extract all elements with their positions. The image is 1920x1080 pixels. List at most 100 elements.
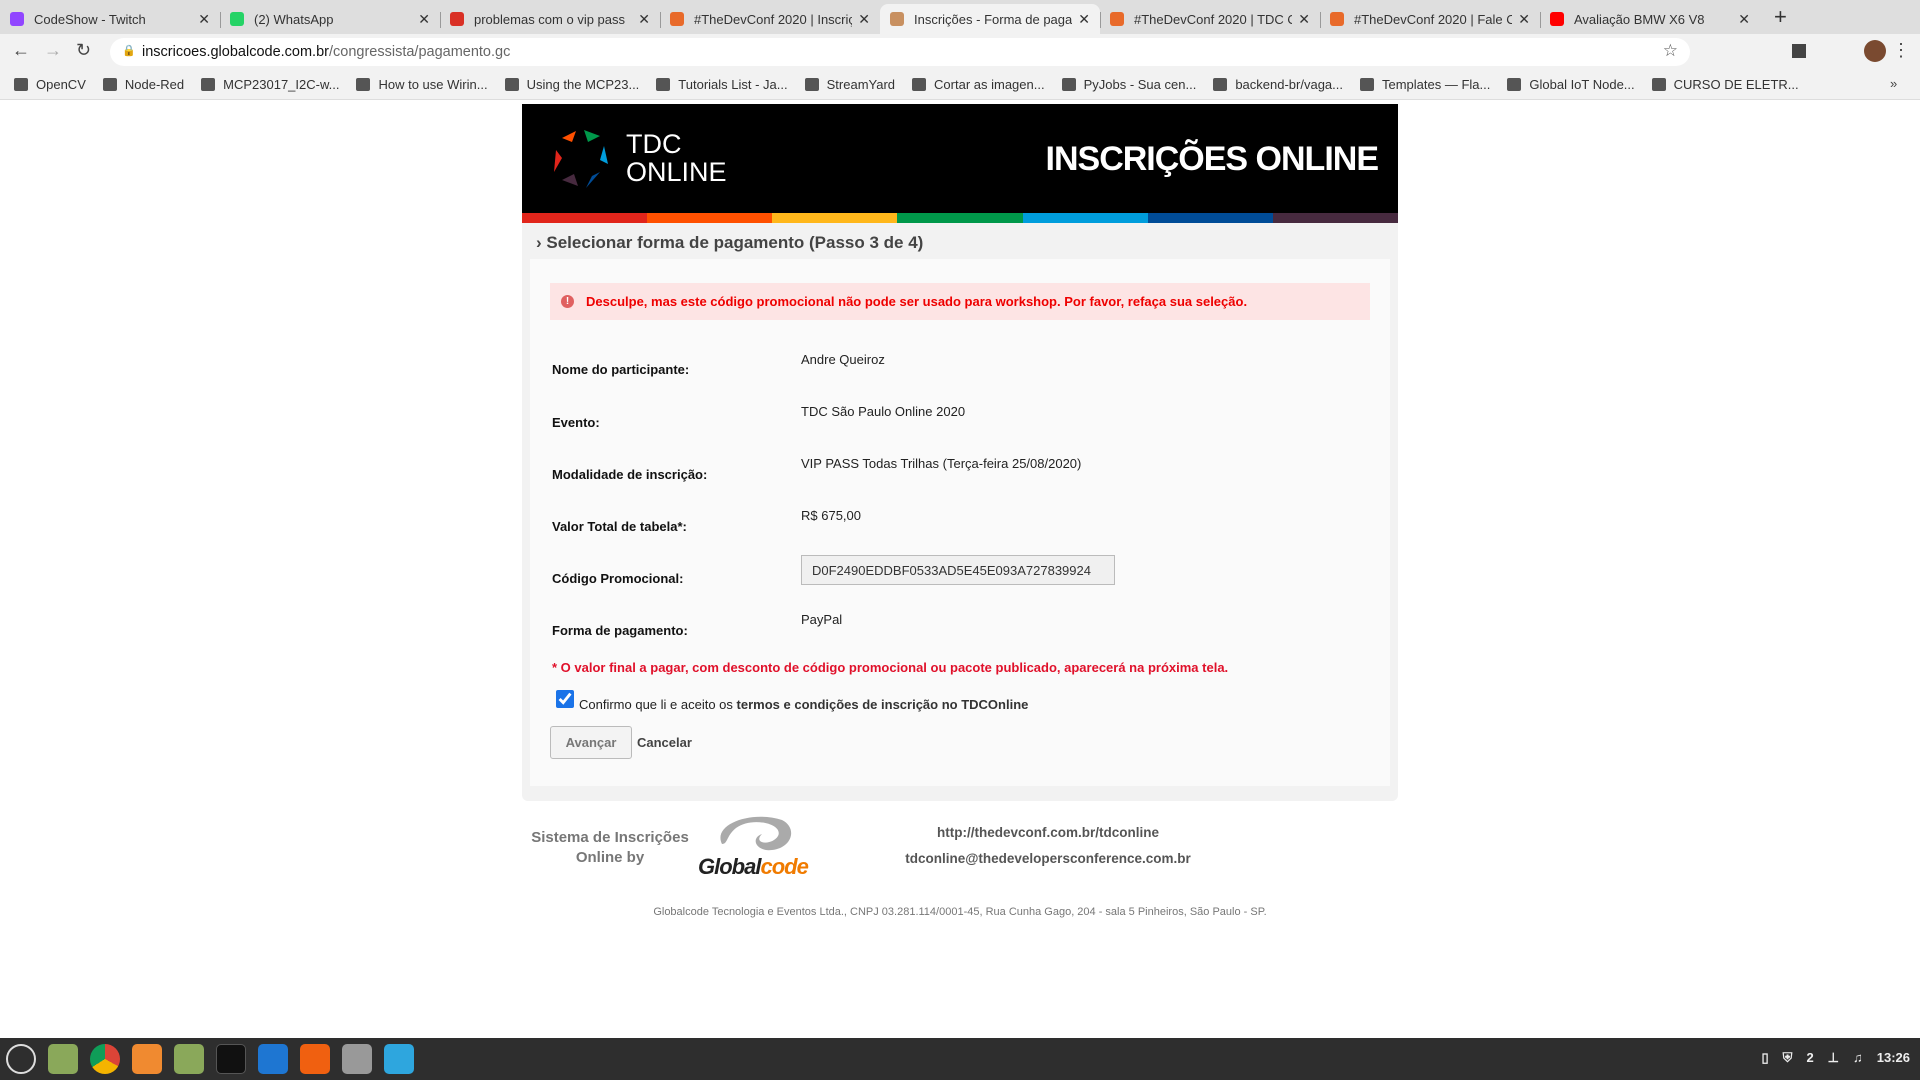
footer-email-link[interactable]: tdconline@thedevelopersconference.com.br: [860, 851, 1236, 866]
globalcode-swirl-icon: [720, 816, 792, 851]
bookmark-item[interactable]: Tutorials List - Ja...: [656, 77, 788, 92]
bookmark-item[interactable]: StreamYard: [804, 77, 895, 92]
close-tab-icon[interactable]: ✕: [418, 11, 430, 28]
close-tab-icon[interactable]: ✕: [198, 11, 210, 28]
browser-tab[interactable]: Avaliação BMW X6 V8 ✕: [1540, 4, 1760, 34]
extensions-icon[interactable]: [1792, 44, 1806, 58]
close-tab-icon[interactable]: ✕: [1078, 11, 1090, 28]
address-bar[interactable]: 🔒 inscricoes.globalcode.com.br/congressi…: [110, 38, 1690, 66]
tab-title: Inscrições - Forma de pagamento: [914, 11, 1073, 27]
bookmark-item[interactable]: backend-br/vaga...: [1213, 77, 1343, 92]
bookmark-item[interactable]: PyJobs - Sua cen...: [1061, 77, 1196, 92]
browser-tab[interactable]: (2) WhatsApp ✕: [220, 4, 440, 34]
clock[interactable]: 13:26: [1877, 1050, 1910, 1066]
logo-text: TDC ONLINE: [626, 129, 727, 187]
forward-icon[interactable]: →: [44, 40, 62, 61]
database-icon[interactable]: [342, 1044, 372, 1074]
close-tab-icon[interactable]: ✕: [1518, 11, 1530, 28]
tab-favicon-icon: [890, 12, 904, 26]
bookmark-icon: [1213, 78, 1228, 91]
bookmark-item[interactable]: Templates — Fla...: [1360, 77, 1490, 92]
step-title: › Selecionar forma de pagamento (Passo 3…: [522, 223, 1398, 259]
lock-icon: 🔒: [122, 45, 136, 57]
telegram-icon[interactable]: [384, 1044, 414, 1074]
star-icon[interactable]: ☆: [1663, 41, 1678, 61]
tab-favicon-icon: [670, 12, 684, 26]
bookmark-item[interactable]: OpenCV: [14, 77, 86, 92]
vscode-icon[interactable]: [258, 1044, 288, 1074]
browser-tab[interactable]: #TheDevConf 2020 | Fale Conosco ✕: [1320, 4, 1540, 34]
avatar[interactable]: [1864, 40, 1886, 62]
globalcode-logo[interactable]: Globalcode: [698, 814, 813, 879]
chrome-icon[interactable]: [90, 1044, 120, 1074]
reload-icon[interactable]: ↻: [76, 40, 91, 61]
bookmark-item[interactable]: How to use Wirin...: [356, 77, 488, 92]
bookmark-icon: [1360, 78, 1374, 91]
bookmark-icon: [804, 78, 819, 91]
field-label: Nome do participante:: [552, 362, 690, 377]
terms-checkbox[interactable]: [556, 690, 574, 708]
cancel-link[interactable]: Cancelar: [637, 735, 692, 750]
browser-tab[interactable]: #TheDevConf 2020 | Inscrições ✕: [660, 4, 880, 34]
browser-tab[interactable]: CodeShow - Twitch ✕: [0, 4, 220, 34]
bookmark-item[interactable]: Cortar as imagen...: [912, 77, 1045, 92]
field-label: Forma de pagamento:: [552, 623, 688, 638]
files-icon[interactable]: [174, 1044, 204, 1074]
field-value: PayPal: [801, 612, 843, 627]
field-label: Valor Total de tabela*:: [552, 519, 687, 534]
advance-button[interactable]: Avançar: [550, 726, 632, 759]
bookmark-item[interactable]: MCP23017_I2C-w...: [201, 77, 339, 92]
stripe-segment: [1147, 213, 1273, 223]
firefox-icon[interactable]: [132, 1044, 162, 1074]
bookmark-item[interactable]: CURSO DE ELETR...: [1651, 77, 1799, 92]
tab-title: (2) WhatsApp: [254, 11, 334, 27]
stripe-segment: [522, 213, 648, 223]
banner-title: INSCRIÇÕES ONLINE: [1045, 140, 1379, 178]
tab-favicon-icon: [1550, 12, 1564, 26]
promo-code-input[interactable]: [801, 555, 1115, 585]
new-tab-icon[interactable]: +: [1774, 4, 1787, 30]
bookmark-icon: [14, 78, 28, 91]
bookmark-icon: [201, 78, 216, 91]
close-tab-icon[interactable]: ✕: [1738, 11, 1750, 28]
bookmark-item[interactable]: Using the MCP23...: [504, 77, 639, 92]
field-value: TDC São Paulo Online 2020: [801, 404, 966, 419]
browser-tab[interactable]: Inscrições - Forma de pagamento ✕: [880, 4, 1100, 34]
bookmark-icon: [1651, 78, 1666, 91]
network-icon[interactable]: ⊥: [1828, 1050, 1839, 1066]
tab-favicon-icon: [1110, 12, 1124, 26]
tab-title: #TheDevConf 2020 | TDC Online: [1134, 11, 1292, 27]
workspace-indicator[interactable]: 2: [1806, 1050, 1813, 1066]
close-tab-icon[interactable]: ✕: [858, 11, 870, 28]
browser-tab[interactable]: problemas com o vip pass ✕: [440, 4, 660, 34]
stripe-segment: [1272, 213, 1398, 223]
more-bookmarks-icon[interactable]: »: [1890, 76, 1897, 91]
terminal-icon[interactable]: [216, 1044, 246, 1074]
tab-favicon-icon: [230, 12, 244, 26]
stripe-segment: [1022, 213, 1148, 223]
browser-tab[interactable]: #TheDevConf 2020 | TDC Online ✕: [1100, 4, 1320, 34]
terms-link[interactable]: termos e condições de inscrição no TDCOn…: [737, 697, 1029, 712]
bookmark-item[interactable]: Global IoT Node...: [1507, 77, 1635, 92]
clipboard-icon[interactable]: ▯: [1762, 1050, 1769, 1066]
tab-title: problemas com o vip pass: [474, 11, 626, 27]
tab-favicon-icon: [450, 12, 464, 26]
field-label: Modalidade de inscrição:: [552, 467, 708, 482]
tab-strip: CodeShow - Twitch ✕ (2) WhatsApp ✕ problemas…: [0, 0, 1920, 34]
tab-title: CodeShow - Twitch: [34, 11, 146, 27]
footer-url-link[interactable]: http://thedevconf.com.br/tdconline: [860, 825, 1236, 840]
show-desktop-icon[interactable]: [48, 1044, 78, 1074]
sublime-icon[interactable]: [300, 1044, 330, 1074]
close-tab-icon[interactable]: ✕: [638, 11, 650, 28]
menu-icon[interactable]: ⋮: [1892, 40, 1910, 61]
close-tab-icon[interactable]: ✕: [1298, 11, 1310, 28]
shield-icon[interactable]: ⛨: [1783, 1050, 1793, 1066]
bookmark-icon: [1061, 78, 1076, 91]
bookmark-item[interactable]: Node-Red: [102, 77, 184, 92]
mint-menu-icon[interactable]: [6, 1044, 36, 1074]
bookmark-icon: [912, 78, 927, 91]
back-icon[interactable]: ←: [12, 40, 30, 61]
sound-icon[interactable]: ♫: [1853, 1050, 1863, 1066]
tab-favicon-icon: [1330, 12, 1344, 26]
bookmarks-bar: OpenCV Node-Red MCP23017_I2C-w... How to us…: [0, 70, 1920, 100]
